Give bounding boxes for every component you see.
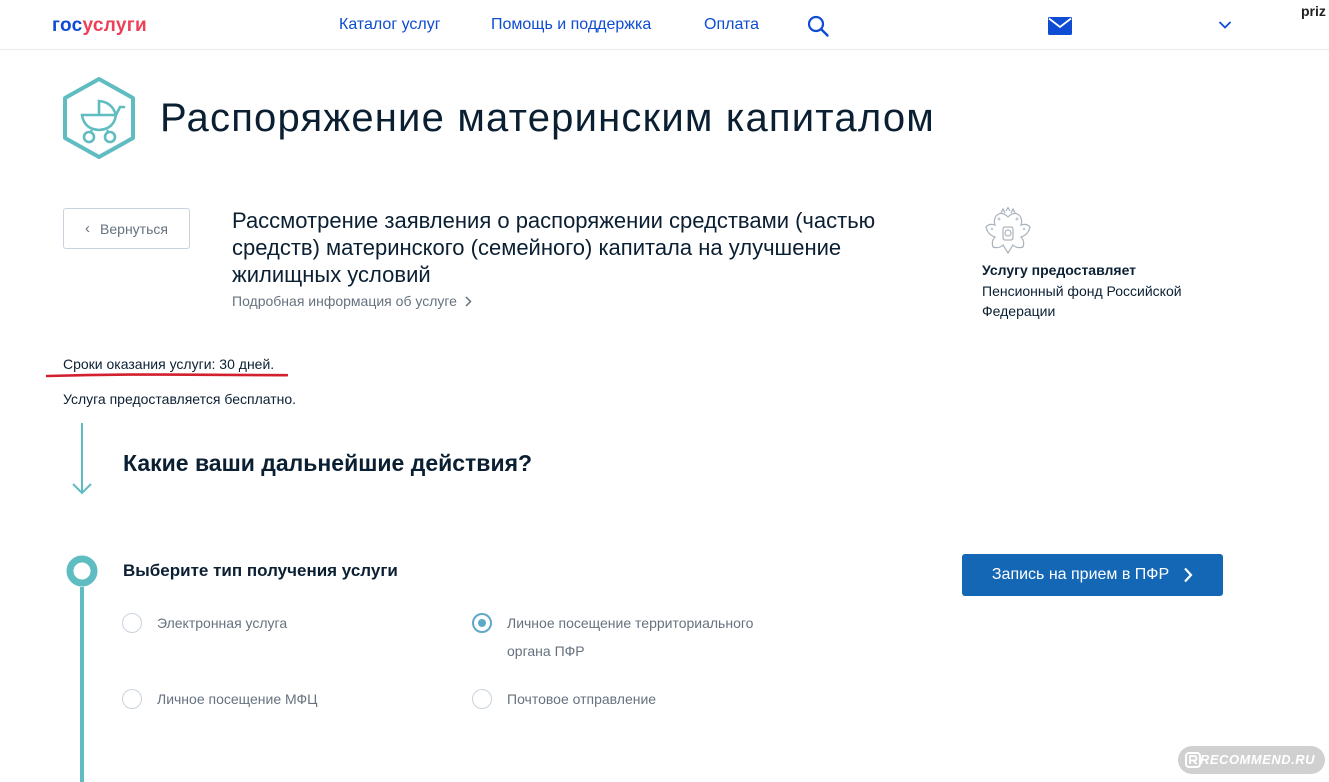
option-pfr-visit[interactable]: Личное посещение территориального органа… <box>472 613 792 665</box>
arrow-down-icon <box>72 423 92 495</box>
option-post[interactable]: Почтовое отправление <box>472 689 656 713</box>
option-mfc-visit-label: Личное посещение МФЦ <box>157 691 318 707</box>
coat-of-arms-icon <box>985 207 1031 255</box>
pfr-appointment-button[interactable]: Запись на прием в ПФР <box>962 554 1223 596</box>
radio-electronic[interactable] <box>122 613 142 633</box>
nav-payment[interactable]: Оплата <box>704 16 759 34</box>
page-title: Распоряжение материнским капиталом <box>160 96 935 140</box>
step-marker-icon <box>66 555 98 587</box>
service-term: Сроки оказания услуги: 30 дней. <box>63 356 275 372</box>
step-title: Выберите тип получения услуги <box>123 561 398 580</box>
service-details-label: Подробная информация об услуге <box>232 293 457 309</box>
chevron-left-icon: ‹ <box>85 220 91 237</box>
nav-catalog[interactable]: Каталог услуг <box>339 16 441 34</box>
radio-pfr-visit[interactable] <box>472 613 492 633</box>
watermark-text: RECOMMEND.RU <box>1200 752 1316 767</box>
pfr-appointment-label: Запись на прием в ПФР <box>991 566 1170 583</box>
gosuslugi-logo[interactable]: госуслуги <box>52 16 147 36</box>
search-icon[interactable] <box>806 14 830 38</box>
next-steps-heading: Какие ваши дальнейшие действия? <box>123 450 533 476</box>
option-mfc-visit[interactable]: Личное посещение МФЦ <box>122 689 318 713</box>
service-price: Услуга предоставляется бесплатно. <box>63 391 297 407</box>
logo-uslugi: услуги <box>82 15 147 36</box>
provider-name: Пенсионный фонд Российской Федерации <box>982 283 1182 319</box>
option-post-label: Почтовое отправление <box>507 691 657 707</box>
option-electronic[interactable]: Электронная услуга <box>122 613 287 637</box>
option-electronic-label: Электронная услуга <box>157 615 288 631</box>
chevron-down-icon[interactable] <box>1218 20 1232 30</box>
baby-carriage-icon <box>63 77 135 159</box>
chevron-right-icon <box>1184 567 1193 583</box>
back-button-label: Вернуться <box>100 220 168 237</box>
logo-gos: гос <box>52 15 83 36</box>
option-pfr-visit-label: Личное посещение территориального органа… <box>507 615 754 659</box>
red-highlight-underline <box>46 373 288 378</box>
provider-label: Услугу предоставляет <box>982 262 1137 278</box>
service-name: Рассмотрение заявления о распоряжении ср… <box>232 208 876 287</box>
chevron-right-icon <box>465 296 472 307</box>
user-name[interactable]: priz <box>1301 3 1326 19</box>
step-timeline-line <box>80 587 84 782</box>
top-header: госуслуги Каталог услуг Помощь и поддерж… <box>0 0 1329 50</box>
service-details-link[interactable]: Подробная информация об услуге <box>232 293 472 309</box>
nav-help[interactable]: Помощь и поддержка <box>491 16 651 34</box>
radio-mfc-visit[interactable] <box>122 689 142 709</box>
radio-post[interactable] <box>472 689 492 709</box>
mail-icon[interactable] <box>1048 17 1072 35</box>
back-button[interactable]: ‹ Вернуться <box>63 208 190 249</box>
